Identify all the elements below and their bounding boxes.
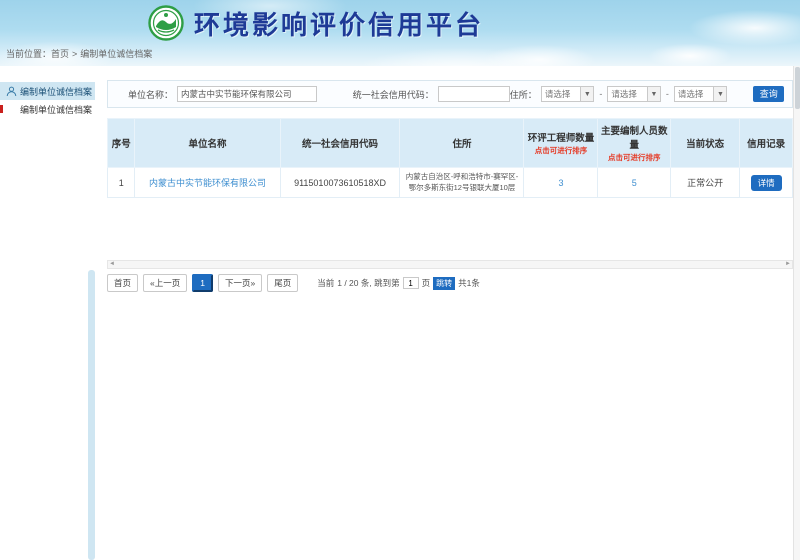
jump-button[interactable]: 跳转 [433,277,455,290]
content-spacer [107,198,793,260]
col-address: 住所 [400,119,524,168]
current-page-button[interactable]: 1 [192,274,213,292]
units-table: 序号 单位名称 统一社会信用代码 住所 环评工程师数量 点击可进行排序 主要编制… [107,118,793,198]
chevron-down-icon[interactable]: ▼ [580,87,593,101]
jump-page-input[interactable] [403,277,419,289]
first-page-button[interactable]: 首页 [107,274,138,292]
province-select-value: 请选择 [542,88,581,100]
app-header: 环境影响评价信用平台 当前位置：首页>编制单位诚信档案 [0,0,800,66]
credit-code-input[interactable] [438,86,510,102]
search-button[interactable]: 查询 [753,86,784,102]
sidebar-subitem-label: 编制单位诚信档案 [20,103,92,116]
chevron-down-icon[interactable]: ▼ [713,87,726,101]
select-separator: - [599,89,602,99]
unit-name-input[interactable] [177,86,317,102]
pagination-page-unit: 页 [422,277,431,289]
col-unit-name: 单位名称 [135,119,280,168]
district-select-value: 请选择 [675,88,714,100]
pagination-info-counts: 1 / 20 条, 跳到第 [337,277,399,289]
pagination-info-prefix: 当前 [317,277,334,289]
prev-page-button[interactable]: «上一页 [143,274,187,292]
breadcrumb-current: 编制单位诚信档案 [80,49,152,59]
table-row: 1 内蒙古中实节能环保有限公司 9115010073610518XD 内蒙古自治… [108,168,793,198]
col-staff-count-sort[interactable]: 主要编制人员数量 点击可进行排序 [598,119,671,168]
table-header-row: 序号 单位名称 统一社会信用代码 住所 环评工程师数量 点击可进行排序 主要编制… [108,119,793,168]
breadcrumb-separator: > [72,49,77,59]
cell-status: 正常公开 [671,168,740,198]
cell-credit-code: 9115010073610518XD [280,168,400,198]
sidebar-scrollbar[interactable] [88,270,95,560]
sort-hint: 点击可进行排序 [599,152,669,163]
unit-name-link[interactable]: 内蒙古中实节能环保有限公司 [149,178,266,188]
mee-logo-icon [148,5,184,41]
col-status: 当前状态 [671,119,740,168]
city-select[interactable]: 请选择 ▼ [607,86,661,102]
col-index: 序号 [108,119,135,168]
breadcrumb-prefix: 当前位置： [6,49,51,59]
sidebar-item-credit-archive[interactable]: 编制单位诚信档案 [0,82,95,100]
page-title: 环境影响评价信用平台 [194,5,484,42]
unit-name-label: 单位名称： [128,88,173,101]
active-red-marker [0,105,3,113]
cell-index: 1 [108,168,135,198]
credit-code-label: 统一社会信用代码： [353,88,434,101]
city-select-value: 请选择 [608,88,647,100]
chevron-down-icon[interactable]: ▼ [647,87,660,101]
col-staff-count-label: 主要编制人员数量 [601,126,668,151]
col-engineer-count-label: 环评工程师数量 [528,133,595,144]
staff-count-link[interactable]: 5 [632,178,637,188]
breadcrumb: 当前位置：首页>编制单位诚信档案 [0,46,800,62]
pagination-total: 共1条 [458,277,480,289]
district-select[interactable]: 请选择 ▼ [674,86,728,102]
user-icon [6,86,17,97]
pagination-info: 当前 1 / 20 条, 跳到第 页 跳转 共1条 [317,277,483,290]
vertical-scrollbar[interactable] [793,66,800,560]
col-engineer-count-sort[interactable]: 环评工程师数量 点击可进行排序 [524,119,598,168]
last-page-button[interactable]: 尾页 [267,274,298,292]
detail-button[interactable]: 详情 [751,175,782,191]
select-separator: - [666,89,669,99]
breadcrumb-home-link[interactable]: 首页 [51,49,69,59]
scroll-left-icon[interactable]: ◄ [108,261,116,268]
header-title-row: 环境影响评价信用平台 [0,0,800,46]
col-credit-code: 统一社会信用代码 [280,119,400,168]
cell-address: 内蒙古自治区-呼和浩特市-赛罕区-鄂尔多斯东街12号银联大厦10层 [400,168,524,198]
horizontal-scrollbar[interactable]: ◄ ► [107,260,793,269]
next-page-button[interactable]: 下一页» [218,274,262,292]
engineer-count-link[interactable]: 3 [558,178,563,188]
main-content: 单位名称： 统一社会信用代码： 住所： 请选择 ▼ - 请选择 ▼ - 请选择 … [107,80,793,292]
col-credit-record: 信用记录 [740,119,793,168]
pagination: 首页 «上一页 1 下一页» 尾页 当前 1 / 20 条, 跳到第 页 跳转 … [107,274,793,292]
sidebar-item-label: 编制单位诚信档案 [20,85,92,98]
sidebar-subitem-credit-archive[interactable]: 编制单位诚信档案 [0,100,95,118]
scroll-right-icon[interactable]: ► [784,261,792,268]
province-select[interactable]: 请选择 ▼ [541,86,595,102]
sort-hint: 点击可进行排序 [525,145,596,156]
sidebar: 编制单位诚信档案 编制单位诚信档案 [0,82,95,118]
filter-bar: 单位名称： 统一社会信用代码： 住所： 请选择 ▼ - 请选择 ▼ - 请选择 … [107,80,793,108]
vertical-scrollbar-thumb[interactable] [795,67,800,109]
address-label: 住所： [510,88,537,101]
